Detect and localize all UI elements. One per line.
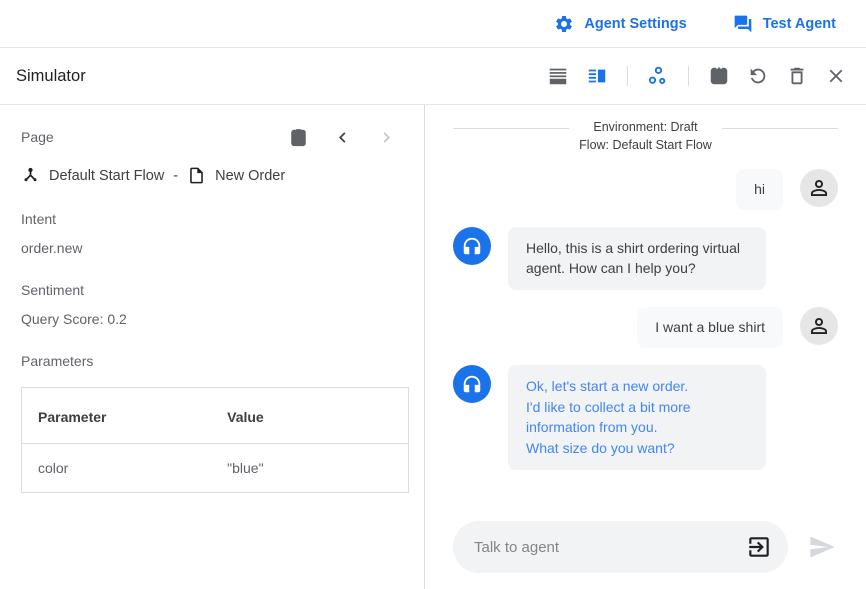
toolbar-separator [688, 66, 689, 86]
talk-to-agent-input[interactable] [474, 539, 746, 556]
flow-graph-icon[interactable] [646, 64, 670, 88]
table-row: color "blue" [22, 444, 409, 493]
chat-message-list: hi Hello, this is a shirt ordering virtu… [453, 169, 838, 470]
compact-view-icon[interactable] [546, 64, 570, 88]
headset-icon [461, 235, 483, 257]
intent-value: order.new [21, 240, 408, 256]
environment-name: Environment: Draft [579, 119, 712, 137]
environment-flow: Flow: Default Start Flow [579, 137, 712, 155]
chevron-right-icon[interactable] [374, 125, 398, 149]
user-avatar [800, 169, 838, 207]
gear-icon [554, 14, 574, 34]
conversation-panel: Environment: Draft Flow: Default Start F… [425, 105, 866, 589]
environment-info: Environment: Draft Flow: Default Start F… [569, 119, 722, 154]
chat-bubble-agent: Hello, this is a shirt ordering virtual … [508, 227, 766, 290]
chat-bubble-user: I want a blue shirt [637, 307, 783, 348]
chat-input-row [453, 521, 838, 573]
flow-icon [21, 166, 40, 185]
split-view-icon[interactable] [585, 64, 609, 88]
chat-row-user: hi [453, 169, 838, 210]
parameter-column-header: Parameter [22, 388, 212, 444]
parameters-table: Parameter Value color "blue" [21, 387, 409, 493]
sentiment-value: Query Score: 0.2 [21, 311, 408, 327]
top-app-bar: Agent Settings Test Agent [0, 0, 866, 48]
input-method-icon[interactable] [746, 534, 772, 560]
clipboard-icon[interactable] [286, 125, 310, 149]
talk-to-agent-field[interactable] [453, 521, 788, 573]
save-conversation-icon[interactable] [707, 64, 731, 88]
simulator-body: Page Default Start Flow - New Order Inte… [0, 105, 866, 589]
simulator-title: Simulator [16, 67, 86, 86]
person-icon [807, 176, 831, 200]
chat-bubbles-icon [733, 14, 753, 34]
chat-row-agent: Hello, this is a shirt ordering virtual … [453, 227, 838, 290]
breadcrumb-dash: - [173, 168, 178, 184]
value-column-header: Value [211, 388, 408, 444]
flow-name-link[interactable]: Default Start Flow [49, 168, 164, 184]
sentiment-label: Sentiment [21, 282, 408, 298]
intent-label: Intent [21, 211, 408, 227]
page-name-link[interactable]: New Order [215, 168, 285, 184]
page-row: Page [21, 125, 408, 149]
close-icon[interactable] [824, 64, 848, 88]
parameter-name-cell: color [22, 444, 212, 493]
chat-row-agent: Ok, let's start a new order. I'd like to… [453, 365, 838, 470]
parameters-table-header-row: Parameter Value [22, 388, 409, 444]
toolbar-separator [627, 66, 628, 86]
state-panel: Page Default Start Flow - New Order Inte… [0, 105, 425, 589]
delete-icon[interactable] [785, 64, 809, 88]
simulator-toolbar [546, 64, 848, 88]
agent-avatar [453, 365, 491, 403]
agent-avatar [453, 227, 491, 265]
agent-settings-label: Agent Settings [584, 16, 686, 32]
chevron-left-icon[interactable] [330, 125, 354, 149]
restart-icon[interactable] [746, 64, 770, 88]
chat-bubble-agent: Ok, let's start a new order. I'd like to… [508, 365, 766, 470]
simulator-header: Simulator [0, 48, 866, 105]
send-icon[interactable] [808, 533, 836, 561]
parameter-value-cell: "blue" [211, 444, 408, 493]
flow-page-breadcrumb: Default Start Flow - New Order [21, 166, 408, 185]
divider-line [453, 128, 569, 129]
chat-row-user: I want a blue shirt [453, 307, 838, 348]
parameters-label: Parameters [21, 353, 408, 369]
test-agent-button[interactable]: Test Agent [733, 14, 836, 34]
test-agent-label: Test Agent [763, 16, 836, 32]
page-actions [286, 125, 408, 149]
page-file-icon [187, 166, 206, 185]
user-avatar [800, 307, 838, 345]
divider-line [722, 128, 838, 129]
agent-settings-button[interactable]: Agent Settings [554, 14, 686, 34]
headset-icon [461, 373, 483, 395]
chat-bubble-user: hi [736, 169, 783, 210]
environment-header: Environment: Draft Flow: Default Start F… [453, 119, 838, 154]
page-label: Page [21, 129, 54, 145]
person-icon [807, 314, 831, 338]
